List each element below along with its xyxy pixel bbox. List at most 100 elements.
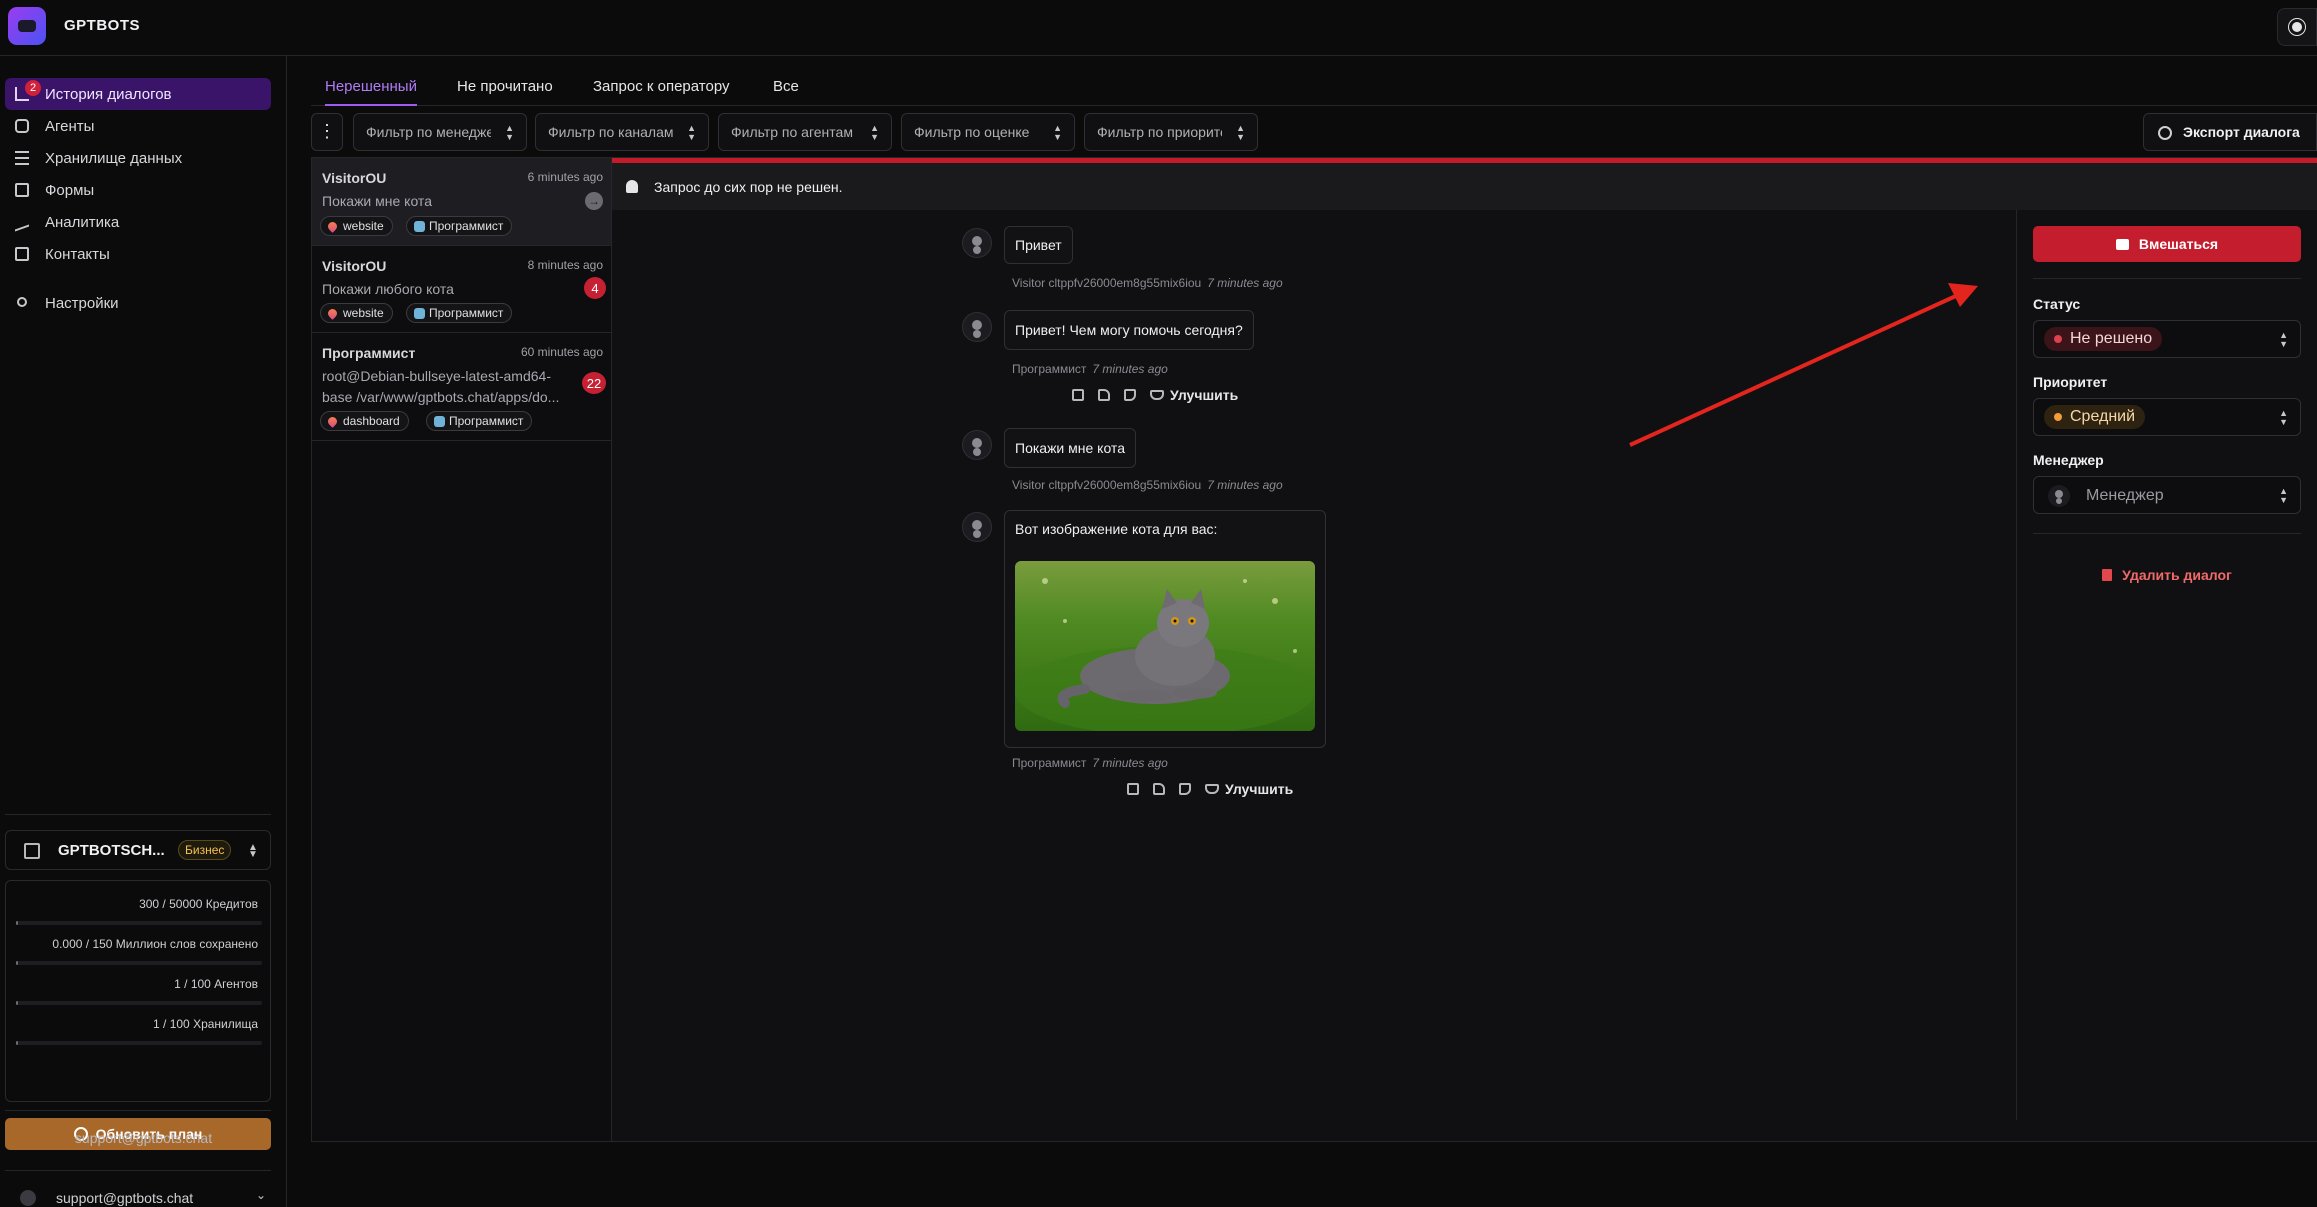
logo-icon bbox=[8, 7, 46, 45]
priority-select[interactable]: Средний ▲ ▼ bbox=[2033, 398, 2301, 436]
sidebar-item-data-storage[interactable]: Хранилище данных bbox=[5, 142, 271, 174]
thumbs-up-icon[interactable] bbox=[1153, 783, 1165, 795]
thumbs-up-icon[interactable] bbox=[1098, 389, 1110, 401]
tag-label: Программист bbox=[429, 306, 504, 320]
filter-channel[interactable]: Фильтр по каналам ▲ ▼ bbox=[535, 113, 709, 151]
conversation-item[interactable]: VisitorOU 6 minutes ago Покажи мне кота … bbox=[312, 158, 611, 246]
sidebar-item-label: Агенты bbox=[45, 117, 95, 135]
filter-priority[interactable]: Фильтр по приоритету ▲▼ bbox=[1084, 113, 1258, 151]
sidebar-item-label: Контакты bbox=[45, 245, 110, 263]
graduation-cap-icon bbox=[1150, 390, 1164, 400]
rocket-icon bbox=[326, 415, 339, 428]
export-dialog-button[interactable]: Экспорт диалога bbox=[2143, 113, 2317, 151]
delete-label: Удалить диалог bbox=[2122, 567, 2232, 583]
channel-tag: website bbox=[320, 303, 393, 323]
filter-agent[interactable]: Фильтр по агентам ▲ ▼ bbox=[718, 113, 892, 151]
chevron-up-down-icon: ▲ ▼ bbox=[1236, 123, 1245, 142]
tab-unread[interactable]: Не прочитано bbox=[457, 78, 553, 106]
tab-bar: Нерешенный Не прочитано Запрос к операто… bbox=[311, 56, 2317, 106]
sidebar-item-analytics[interactable]: Аналитика bbox=[5, 206, 271, 238]
divider bbox=[2033, 278, 2301, 279]
more-options-button[interactable] bbox=[311, 113, 343, 151]
user-email: support@gptbots.chat bbox=[56, 1190, 194, 1206]
message-sender: Программист bbox=[1012, 756, 1087, 770]
chevron-up-down-icon: ▲ ▼ bbox=[505, 123, 514, 142]
priority-value: Средний bbox=[2070, 408, 2136, 425]
conversation-item[interactable]: VisitorOU 8 minutes ago Покажи любого ко… bbox=[312, 246, 611, 333]
message-meta: Программист 7 minutes ago bbox=[1012, 756, 1168, 770]
sidebar-item-label: Аналитика bbox=[45, 213, 120, 231]
manager-select[interactable]: Менеджер ▲ ▼ bbox=[2033, 476, 2301, 514]
divider bbox=[5, 1170, 271, 1171]
filter-manager[interactable]: Фильтр по менеджеру ▲▼ bbox=[353, 113, 527, 151]
status-label: Статус bbox=[2033, 296, 2081, 312]
improve-button[interactable]: Улучшить bbox=[1150, 387, 1238, 403]
filter-label: Фильтр по агентам bbox=[731, 124, 853, 140]
conversation-item[interactable]: Программист 60 minutes ago root@Debian-b… bbox=[312, 333, 611, 441]
chevron-down-icon: ⌄ bbox=[255, 1188, 266, 1202]
intervene-label: Вмешаться bbox=[2138, 236, 2219, 252]
bot-icon bbox=[414, 308, 425, 319]
unread-count-badge: 22 bbox=[582, 372, 606, 394]
plan-badge: Бизнес bbox=[178, 840, 232, 860]
sidebar-item-history[interactable]: 2 История диалогов bbox=[5, 78, 271, 110]
message-time: 7 minutes ago bbox=[1207, 276, 1283, 290]
usage-bar bbox=[16, 921, 262, 925]
cat-image[interactable] bbox=[1015, 561, 1315, 731]
rocket-icon bbox=[326, 307, 339, 320]
bot-avatar-icon bbox=[962, 312, 992, 342]
conversation-preview: root@Debian-bullseye-latest-amd64- base … bbox=[322, 366, 577, 408]
tab-operator-request[interactable]: Запрос к оператору bbox=[593, 78, 730, 106]
usage-fill bbox=[16, 921, 18, 925]
message-time: 7 minutes ago bbox=[1092, 756, 1168, 770]
message-sender: Visitor cltppfv26000em8g55mix6iou bbox=[1012, 478, 1202, 492]
user-menu[interactable]: support@gptbots.chat ⌄ bbox=[14, 1188, 274, 1207]
unread-count-badge: 4 bbox=[584, 277, 606, 299]
user-avatar-icon bbox=[962, 228, 992, 258]
intervene-button[interactable]: Вмешаться bbox=[2033, 226, 2301, 262]
preview-line: base /var/www/gptbots.chat/apps/do... bbox=[322, 389, 560, 405]
sidebar-item-agents[interactable]: Агенты bbox=[5, 110, 271, 142]
building-icon bbox=[24, 843, 40, 859]
status-select[interactable]: Не решено ▲ ▼ bbox=[2033, 320, 2301, 358]
sidebar-item-contacts[interactable]: Контакты bbox=[5, 238, 271, 270]
agent-tag: Программист bbox=[406, 303, 513, 323]
tab-unresolved[interactable]: Нерешенный bbox=[325, 78, 417, 106]
filter-label: Фильтр по оценке bbox=[914, 124, 1030, 140]
sidebar-item-settings[interactable]: Настройки bbox=[5, 287, 271, 319]
theme-toggle-button[interactable] bbox=[2277, 8, 2317, 46]
message-actions: Улучшить bbox=[1127, 780, 1293, 798]
usage-fill bbox=[16, 1041, 19, 1045]
user-avatar-icon bbox=[962, 430, 992, 460]
usage-fill bbox=[16, 961, 18, 965]
copy-icon[interactable] bbox=[1127, 783, 1139, 795]
delete-dialog-button[interactable]: Удалить диалог bbox=[2033, 565, 2301, 585]
thumbs-down-icon[interactable] bbox=[1179, 783, 1191, 795]
usage-bar bbox=[16, 1001, 262, 1005]
message-sender: Программист bbox=[1012, 362, 1087, 376]
status-dot bbox=[2054, 335, 2062, 343]
copy-icon[interactable] bbox=[1072, 389, 1084, 401]
filter-rating[interactable]: Фильтр по оценке ▲ ▼ bbox=[901, 113, 1075, 151]
usage-credits: 300 / 50000 Кредитов bbox=[139, 897, 258, 911]
thumbs-down-icon[interactable] bbox=[1124, 389, 1136, 401]
user-icon bbox=[2048, 485, 2070, 507]
message-meta: Visitor cltppfv26000em8g55mix6iou 7 minut… bbox=[1012, 276, 1283, 290]
app-root: GPTBOTS 2 История диалогов Агенты Хранил… bbox=[0, 0, 2317, 1207]
tab-all[interactable]: Все bbox=[773, 78, 799, 106]
message-sender: Visitor cltppfv26000em8g55mix6iou bbox=[1012, 276, 1202, 290]
improve-button[interactable]: Улучшить bbox=[1205, 781, 1293, 797]
bot-icon bbox=[434, 416, 445, 427]
manager-label: Менеджер bbox=[2033, 452, 2104, 468]
unresolved-alert: Запрос до сих пор не решен. bbox=[612, 158, 2317, 210]
sidebar-item-forms[interactable]: Формы bbox=[5, 174, 271, 206]
sidebar-item-label: История диалогов bbox=[45, 85, 172, 103]
message-meta: Программист 7 minutes ago bbox=[1012, 362, 1168, 376]
org-switcher[interactable]: GPTBOTSCH... Бизнес ▲ ▼ bbox=[5, 830, 271, 870]
message-actions: Улучшить bbox=[1072, 386, 1238, 404]
divider bbox=[2033, 533, 2301, 534]
chevron-up-down-icon: ▲ ▼ bbox=[687, 123, 696, 142]
top-bar: GPTBOTS bbox=[0, 0, 2317, 56]
support-email[interactable]: support@gptbots.chat bbox=[0, 1130, 287, 1146]
list-icon bbox=[15, 151, 29, 165]
